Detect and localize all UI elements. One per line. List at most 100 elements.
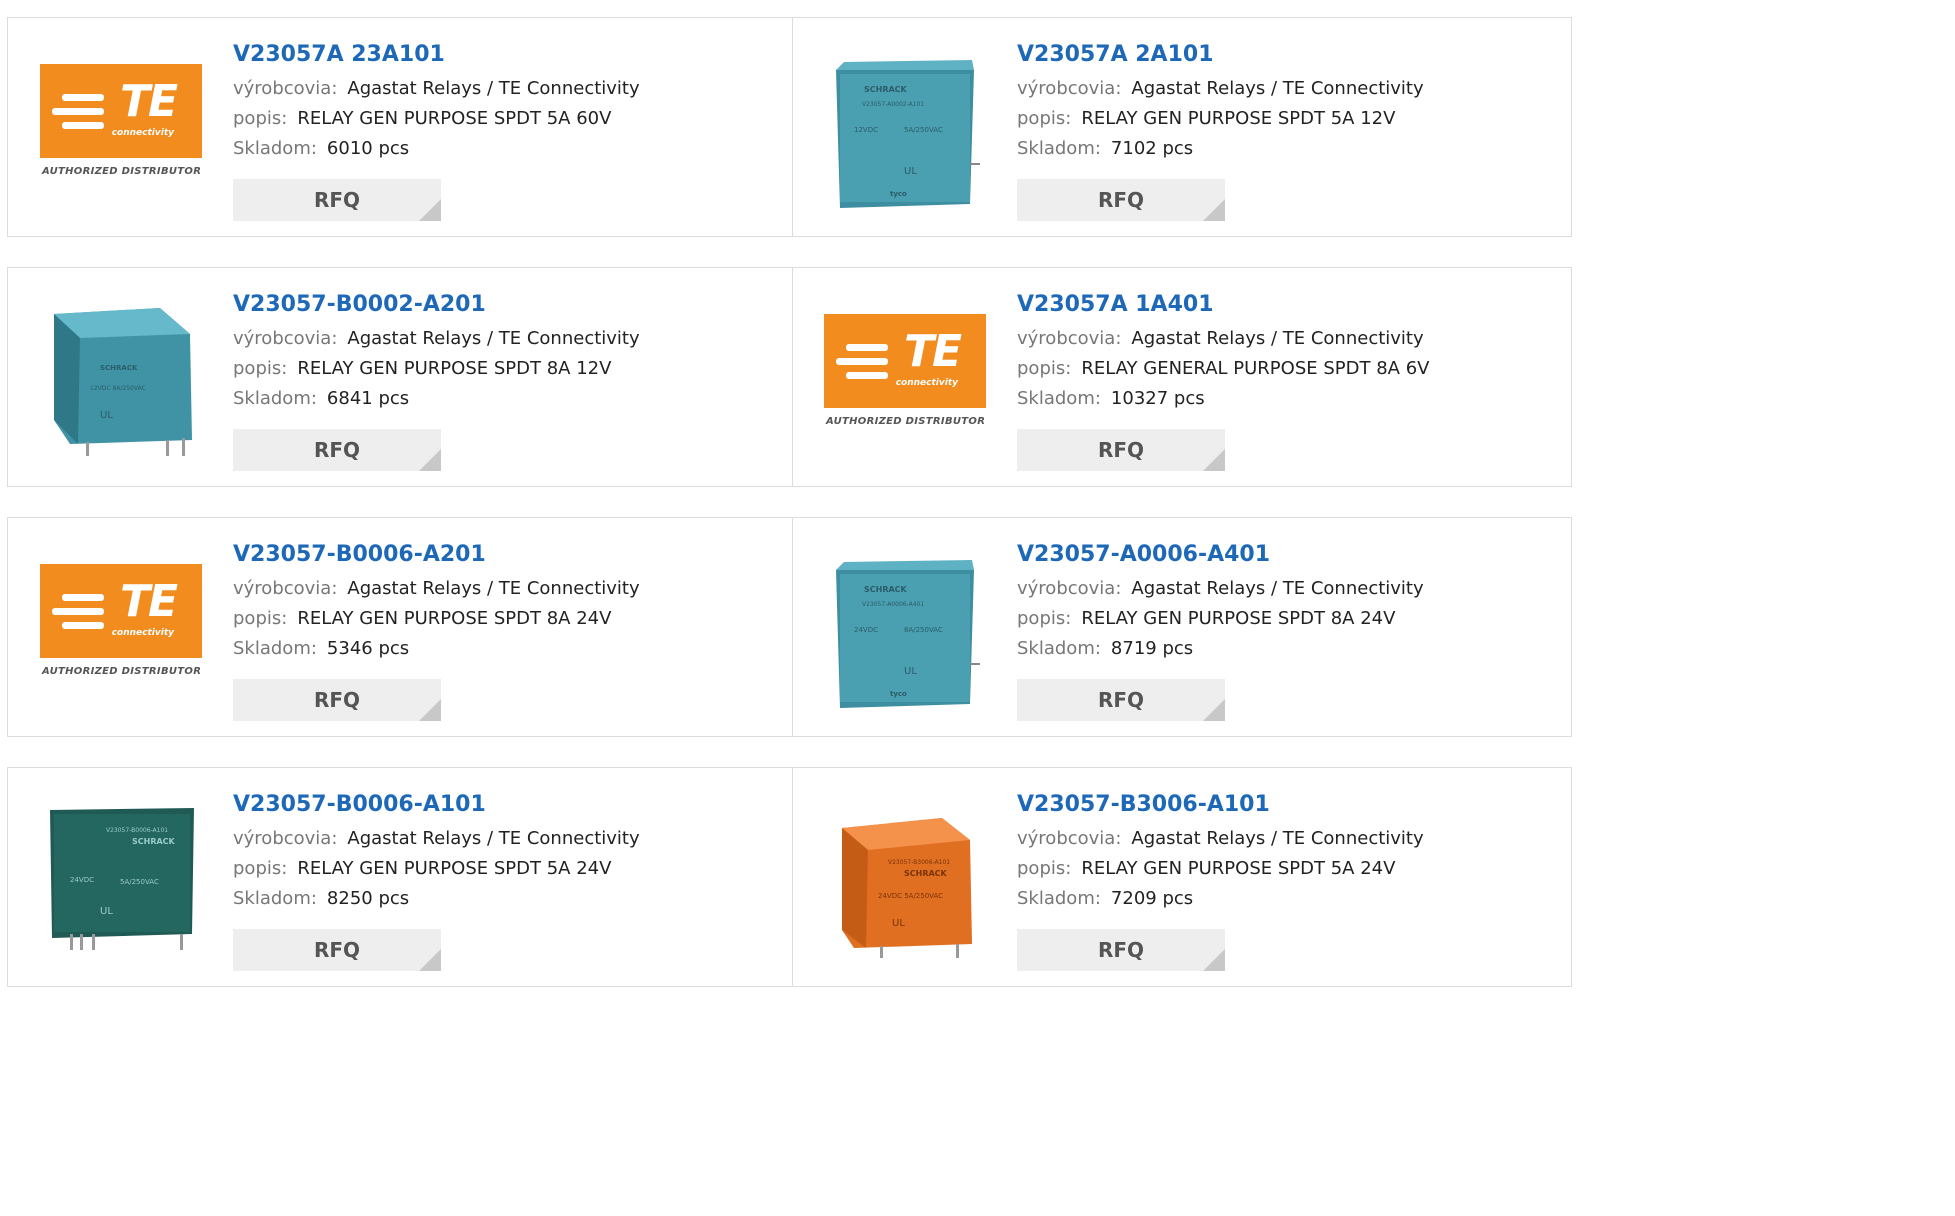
description-value: RELAY GENERAL PURPOSE SPDT 8A 6V (1081, 358, 1430, 379)
stock-label: Skladom: (233, 388, 317, 409)
description-value: RELAY GEN PURPOSE SPDT 5A 24V (1081, 858, 1396, 879)
product-card: V23057-B3006-A101 SCHRACK 24VDC 5A/250VA… (792, 768, 1573, 986)
svg-text:SCHRACK: SCHRACK (132, 837, 176, 846)
svg-text:UL: UL (100, 906, 113, 917)
corner-decoration (1203, 949, 1225, 971)
manufacturer-label: výrobcovia: (1017, 828, 1122, 849)
description-value: RELAY GEN PURPOSE SPDT 8A 24V (1081, 608, 1396, 629)
manufacturer-label: výrobcovia: (1017, 328, 1122, 349)
description-value: RELAY GEN PURPOSE SPDT 5A 60V (297, 108, 612, 129)
description-value: RELAY GEN PURPOSE SPDT 8A 24V (297, 608, 612, 629)
authorized-distributor-caption: AUTHORIZED DISTRIBUTOR (42, 666, 202, 677)
description-value: RELAY GEN PURPOSE SPDT 5A 12V (1081, 108, 1396, 129)
rfq-button[interactable]: RFQ (233, 679, 441, 721)
stock-value: 6841 pcs (326, 388, 410, 409)
stock-value: 5346 pcs (326, 638, 410, 659)
description-label: popis: (233, 858, 288, 879)
manufacturer-label: výrobcovia: (1017, 578, 1122, 599)
part-number-link[interactable]: V23057-B3006-A101 (1017, 790, 1573, 820)
svg-text:UL: UL (904, 666, 917, 677)
manufacturer-label: výrobcovia: (233, 328, 338, 349)
stock-value: 7209 pcs (1110, 888, 1194, 909)
te-logo: TE connectivity AUTHORIZED DISTRIBUTOR (40, 64, 202, 186)
svg-text:8A/250VAC: 8A/250VAC (904, 626, 943, 634)
part-number-link[interactable]: V23057A 2A101 (1017, 40, 1573, 70)
stock-label: Skladom: (1017, 138, 1101, 159)
description-label: popis: (233, 608, 288, 629)
product-card: V23057-B0006-A101 SCHRACK 24VDC 5A/250VA… (8, 768, 793, 986)
part-number-link[interactable]: V23057A 1A401 (1017, 290, 1573, 320)
svg-text:V23057-B0006-A101: V23057-B0006-A101 (106, 827, 168, 834)
svg-text:SCHRACK: SCHRACK (904, 869, 948, 878)
svg-text:tyco: tyco (890, 190, 907, 198)
product-row: TE connectivity AUTHORIZED DISTRIBUTOR V… (7, 517, 1572, 737)
description-label: popis: (233, 358, 288, 379)
rfq-button[interactable]: RFQ (233, 929, 441, 971)
stock-label: Skladom: (233, 138, 317, 159)
part-number-link[interactable]: V23057-B0006-A201 (233, 540, 792, 570)
product-card: SCHRACK V23057-A0006-A401 24VDC 8A/250VA… (792, 518, 1573, 736)
manufacturer-value: Agastat Relays / TE Connectivity (347, 328, 640, 349)
stock-label: Skladom: (1017, 888, 1101, 909)
product-image[interactable]: SCHRACK 12VDC 8A/250VAC UL (40, 294, 202, 460)
product-image[interactable]: TE connectivity AUTHORIZED DISTRIBUTOR (40, 44, 202, 210)
manufacturer-label: výrobcovia: (233, 78, 338, 99)
corner-decoration (1203, 699, 1225, 721)
part-number-link[interactable]: V23057A 23A101 (233, 40, 792, 70)
product-row: SCHRACK 12VDC 8A/250VAC UL V23057-B0002-… (7, 267, 1572, 487)
part-number-link[interactable]: V23057-B0002-A201 (233, 290, 792, 320)
part-number-link[interactable]: V23057-B0006-A101 (233, 790, 792, 820)
svg-text:V23057-A0006-A401: V23057-A0006-A401 (862, 601, 924, 608)
corner-decoration (419, 449, 441, 471)
corner-decoration (419, 949, 441, 971)
part-number-link[interactable]: V23057-A0006-A401 (1017, 540, 1573, 570)
product-card: TE connectivity AUTHORIZED DISTRIBUTOR V… (8, 18, 793, 236)
product-image[interactable]: SCHRACK V23057-A0006-A401 24VDC 8A/250VA… (824, 544, 986, 710)
blue-relay-icon: SCHRACK 12VDC 8A/250VAC UL (54, 308, 192, 456)
product-image[interactable]: SCHRACK V23057-A0002-A101 12VDC 5A/250VA… (824, 44, 986, 210)
svg-text:SCHRACK: SCHRACK (864, 85, 908, 94)
manufacturer-value: Agastat Relays / TE Connectivity (347, 78, 640, 99)
corner-decoration (1203, 199, 1225, 221)
authorized-distributor-caption: AUTHORIZED DISTRIBUTOR (826, 416, 986, 427)
svg-text:SCHRACK: SCHRACK (100, 364, 138, 372)
svg-text:24VDC: 24VDC (70, 876, 94, 884)
stock-value: 10327 pcs (1110, 388, 1205, 409)
rfq-button[interactable]: RFQ (1017, 679, 1225, 721)
blue-relay-icon: SCHRACK V23057-A0006-A401 24VDC 8A/250VA… (836, 560, 980, 708)
te-logo: TE connectivity AUTHORIZED DISTRIBUTOR (40, 564, 202, 686)
manufacturer-label: výrobcovia: (1017, 78, 1122, 99)
product-image[interactable]: TE connectivity AUTHORIZED DISTRIBUTOR (824, 294, 986, 460)
product-image[interactable]: V23057-B0006-A101 SCHRACK 24VDC 5A/250VA… (40, 794, 202, 960)
corner-decoration (419, 199, 441, 221)
te-logo-text: TE (904, 326, 962, 377)
svg-text:5A/250VAC: 5A/250VAC (120, 878, 159, 886)
rfq-button[interactable]: RFQ (233, 179, 441, 221)
te-logo-text: TE (120, 576, 178, 627)
svg-text:V23057-A0002-A101: V23057-A0002-A101 (862, 101, 924, 108)
svg-text:12VDC: 12VDC (854, 126, 878, 134)
orange-relay-icon: V23057-B3006-A101 SCHRACK 24VDC 5A/250VA… (842, 818, 972, 958)
manufacturer-label: výrobcovia: (233, 828, 338, 849)
stock-label: Skladom: (233, 638, 317, 659)
corner-decoration (1203, 449, 1225, 471)
stock-label: Skladom: (233, 888, 317, 909)
te-logo: TE connectivity AUTHORIZED DISTRIBUTOR (824, 314, 986, 436)
product-card: TE connectivity AUTHORIZED DISTRIBUTOR V… (8, 518, 793, 736)
rfq-button[interactable]: RFQ (1017, 179, 1225, 221)
manufacturer-label: výrobcovia: (233, 578, 338, 599)
svg-text:24VDC: 24VDC (854, 626, 878, 634)
product-image[interactable]: TE connectivity AUTHORIZED DISTRIBUTOR (40, 544, 202, 710)
te-logo-text: TE (120, 76, 178, 127)
rfq-button[interactable]: RFQ (233, 429, 441, 471)
stock-value: 8719 pcs (1110, 638, 1194, 659)
blue-relay-icon: SCHRACK V23057-A0002-A101 12VDC 5A/250VA… (836, 60, 980, 208)
rfq-button[interactable]: RFQ (1017, 929, 1225, 971)
rfq-button[interactable]: RFQ (1017, 429, 1225, 471)
green-relay-icon: V23057-B0006-A101 SCHRACK 24VDC 5A/250VA… (50, 808, 194, 950)
description-label: popis: (1017, 608, 1072, 629)
product-row: TE connectivity AUTHORIZED DISTRIBUTOR V… (7, 17, 1572, 237)
svg-text:24VDC 5A/250VAC: 24VDC 5A/250VAC (878, 892, 943, 900)
stock-value: 7102 pcs (1110, 138, 1194, 159)
product-image[interactable]: V23057-B3006-A101 SCHRACK 24VDC 5A/250VA… (824, 794, 986, 960)
